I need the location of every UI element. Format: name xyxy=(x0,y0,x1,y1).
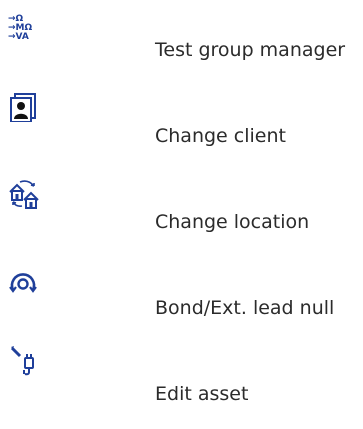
edit-asset-icon xyxy=(8,344,38,376)
menu-item-change-client[interactable]: Change client xyxy=(0,86,363,156)
menu-item-label: Test group manager xyxy=(155,39,346,61)
menu-item-label: Bond/Ext. lead null xyxy=(155,297,335,319)
menu-item-label: Change location xyxy=(155,211,310,233)
test-group-manager-icon: →Ω →MΩ →VA xyxy=(8,12,38,42)
menu-item-edit-asset[interactable]: Edit asset xyxy=(0,344,363,414)
menu-item-change-location[interactable]: Change location xyxy=(0,172,363,242)
icon-line-3: →VA xyxy=(8,32,29,42)
menu-item-test-group-manager[interactable]: →Ω →MΩ →VA Test group manager xyxy=(0,0,363,70)
client-card-icon xyxy=(8,92,38,122)
menu-item-label: Change client xyxy=(155,125,286,147)
menu-item-label: Edit asset xyxy=(155,383,249,405)
tool-menu: →Ω →MΩ →VA Test group manager Change cli… xyxy=(0,0,363,429)
bond-null-icon xyxy=(8,268,38,298)
change-location-icon xyxy=(8,178,39,209)
menu-item-bond-ext-lead-null[interactable]: Bond/Ext. lead null xyxy=(0,258,363,328)
